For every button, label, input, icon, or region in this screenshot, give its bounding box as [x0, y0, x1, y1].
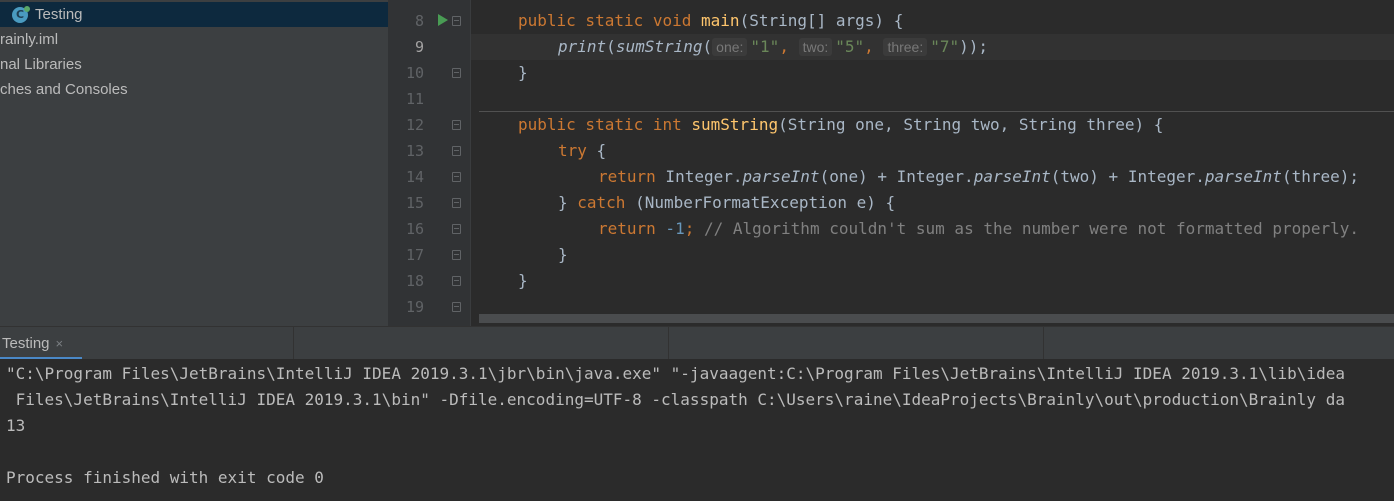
run-tool-window-header: Testing × — [0, 326, 1394, 360]
close-icon[interactable]: × — [56, 336, 64, 351]
fold-collapse-icon[interactable] — [452, 68, 461, 78]
code-line-13: try { — [558, 141, 607, 160]
code-line-14: return Integer.parseInt(one) + Integer.p… — [598, 167, 1359, 186]
line-number: 14 — [405, 168, 424, 186]
run-tab-testing[interactable]: Testing × — [0, 327, 82, 360]
toolbar-divider — [293, 327, 294, 360]
code-line-16: return -1; // Algorithm couldn't sum as … — [598, 219, 1360, 238]
fold-collapse-icon[interactable] — [452, 276, 461, 286]
run-console-output[interactable]: "C:\Program Files\JetBrains\IntelliJ IDE… — [0, 359, 1394, 501]
run-main-icon[interactable] — [438, 14, 448, 26]
param-hint-three: three: — [883, 38, 928, 56]
fold-collapse-icon[interactable] — [452, 16, 461, 26]
code-line-8: public static void main(String[] args) { — [518, 11, 904, 30]
line-number: 16 — [405, 220, 424, 238]
tree-item-external-libraries[interactable]: nal Libraries — [0, 52, 388, 77]
fold-collapse-icon[interactable] — [452, 146, 461, 156]
code-line-12: public static int sumString(String one, … — [518, 115, 1164, 134]
line-number: 12 — [405, 116, 424, 134]
run-tab-label: Testing — [2, 335, 50, 352]
tree-item-label: Testing — [35, 6, 83, 23]
code-line-17: } — [558, 245, 568, 264]
console-line: Files\JetBrains\IntelliJ IDEA 2019.3.1\b… — [6, 390, 1345, 409]
console-line: "C:\Program Files\JetBrains\IntelliJ IDE… — [6, 364, 1345, 383]
code-line-9: print(sumString(one: "1", two: "5", three:… — [558, 37, 989, 56]
java-class-icon: C — [12, 6, 30, 23]
line-number: 8 — [414, 12, 424, 30]
tree-item-label: ches and Consoles — [0, 81, 128, 98]
fold-collapse-icon[interactable] — [452, 250, 461, 260]
editor-gutter: 8 9 10 11 12 13 14 15 16 17 18 19 — [388, 0, 470, 326]
param-hint-two: two: — [798, 38, 833, 56]
project-tree: C Testing rainly.iml nal Libraries ches … — [0, 0, 388, 326]
horizontal-scrollbar[interactable] — [479, 314, 1394, 323]
console-line: Process finished with exit code 0 — [6, 468, 324, 487]
line-number-current: 9 — [414, 38, 424, 56]
console-line: 13 — [6, 416, 26, 435]
tree-item-testing[interactable]: C Testing — [0, 2, 388, 27]
fold-collapse-icon[interactable] — [452, 120, 461, 130]
line-number: 15 — [405, 194, 424, 212]
code-line-18: } — [518, 271, 528, 290]
line-number: 13 — [405, 142, 424, 160]
line-number: 10 — [405, 64, 424, 82]
param-hint-one: one: — [712, 38, 748, 56]
fold-collapse-icon[interactable] — [452, 172, 461, 182]
tree-item-scratches[interactable]: ches and Consoles — [0, 77, 388, 102]
line-number: 19 — [405, 298, 424, 316]
tree-item-label: rainly.iml — [0, 31, 59, 48]
toolbar-divider — [668, 327, 669, 360]
line-number: 11 — [405, 90, 424, 108]
tree-item-iml[interactable]: rainly.iml — [0, 27, 388, 52]
fold-collapse-icon[interactable] — [452, 224, 461, 234]
fold-collapse-icon[interactable] — [452, 302, 461, 312]
line-number: 18 — [405, 272, 424, 290]
code-line-10: } — [518, 63, 528, 82]
code-editor[interactable]: public static void main(String[] args) {… — [471, 0, 1394, 326]
fold-collapse-icon[interactable] — [452, 198, 461, 208]
code-line-15: } catch (NumberFormatException e) { — [558, 193, 896, 212]
line-number: 17 — [405, 246, 424, 264]
toolbar-divider — [1043, 327, 1044, 360]
tree-item-label: nal Libraries — [0, 56, 82, 73]
